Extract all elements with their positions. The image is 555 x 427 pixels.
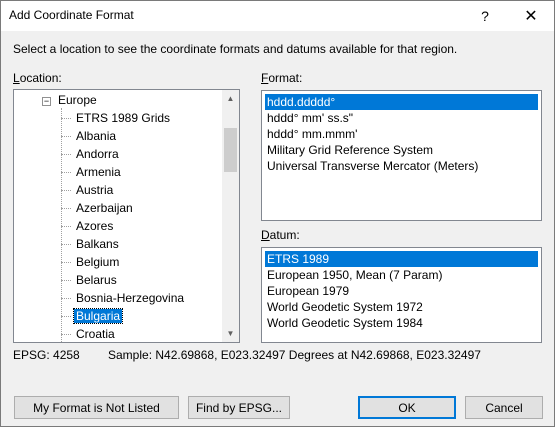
tree-item[interactable]: Azerbaijan <box>74 200 135 217</box>
datum-option[interactable]: ETRS 1989 <box>265 251 538 267</box>
location-tree[interactable]: − Europe ETRS 1989 Grids Albania Andorra Arme… <box>13 89 240 343</box>
tree-item[interactable]: Andorra <box>74 146 121 163</box>
help-button[interactable]: ? <box>462 1 508 31</box>
tree-connector-branch <box>61 334 71 335</box>
format-option[interactable]: hddd° mm' ss.s" <box>265 110 355 126</box>
format-list[interactable]: hddd.ddddd° hddd° mm' ss.s" hddd° mm.mmm' M… <box>261 90 542 221</box>
instructions-text: Select a location to see the coordinate … <box>13 42 458 56</box>
tree-item-label: Belarus <box>76 273 117 287</box>
tree-connector-branch <box>61 262 71 263</box>
tree-item-label: ETRS 1989 Grids <box>76 111 171 125</box>
datum-option[interactable]: World Geodetic System 1984 <box>265 315 425 331</box>
tree-item[interactable]: Croatia <box>74 326 117 342</box>
tree-item[interactable]: Balkans <box>74 236 121 253</box>
ok-button[interactable]: OK <box>358 396 456 419</box>
cancel-button[interactable]: Cancel <box>465 396 543 419</box>
tree-item-label: Croatia <box>76 327 115 341</box>
format-option[interactable]: hddd.ddddd° <box>265 94 538 110</box>
tree-item[interactable]: Azores <box>74 218 115 235</box>
tree-item-label: Azerbaijan <box>76 201 133 215</box>
format-option[interactable]: Universal Transverse Mercator (Meters) <box>265 158 480 174</box>
sample-text: Sample: N42.69868, E023.32497 Degrees at… <box>108 348 481 362</box>
tree-item-label: Bosnia-Herzegovina <box>76 291 185 305</box>
collapse-icon[interactable]: − <box>42 97 51 106</box>
window-title: Add Coordinate Format <box>9 8 134 22</box>
datum-option[interactable]: European 1950, Mean (7 Param) <box>265 267 444 283</box>
location-scrollbar[interactable]: ▲ ▼ <box>222 90 239 342</box>
tree-item[interactable]: Armenia <box>74 164 123 181</box>
tree-node-europe[interactable]: − Europe <box>42 92 99 109</box>
add-coordinate-format-dialog: Add Coordinate Format ? ✕ Select a locat… <box>0 0 555 427</box>
tree-item-label: Azores <box>76 219 114 233</box>
tree-item-label: Austria <box>76 183 114 197</box>
tree-connector-branch <box>61 316 71 317</box>
datum-option[interactable]: World Geodetic System 1972 <box>265 299 425 315</box>
tree-item[interactable]: Austria <box>74 182 115 199</box>
tree-connector-branch <box>61 208 71 209</box>
tree-item-label: Armenia <box>76 165 121 179</box>
tree-connector-branch <box>61 136 71 137</box>
tree-item-label: Belgium <box>76 255 120 269</box>
title-bar: Add Coordinate Format ? ✕ <box>1 1 554 31</box>
tree-item[interactable]: Albania <box>74 128 118 145</box>
format-label: Format: <box>261 71 303 85</box>
tree-connector-branch <box>61 172 71 173</box>
tree-item[interactable]: ETRS 1989 Grids <box>74 110 172 127</box>
location-label: Location: <box>13 71 62 85</box>
datum-list[interactable]: ETRS 1989 European 1950, Mean (7 Param) Eu… <box>261 247 542 343</box>
tree-item-label: Albania <box>76 129 117 143</box>
format-option[interactable]: hddd° mm.mmm' <box>265 126 359 142</box>
scroll-thumb[interactable] <box>224 128 237 172</box>
tree-connector-branch <box>61 154 71 155</box>
epsg-code: EPSG: 4258 <box>13 348 80 362</box>
tree-connector-branch <box>61 118 71 119</box>
datum-option[interactable]: European 1979 <box>265 283 351 299</box>
format-not-listed-button[interactable]: My Format is Not Listed <box>14 396 179 419</box>
format-option[interactable]: Military Grid Reference System <box>265 142 435 158</box>
tree-connector-branch <box>61 244 71 245</box>
tree-item-label: Andorra <box>76 147 119 161</box>
tree-connector-branch <box>61 298 71 299</box>
scroll-down-icon[interactable]: ▼ <box>222 325 239 342</box>
tree-connector-branch <box>61 190 71 191</box>
tree-item-label: Bulgaria <box>72 308 124 324</box>
find-by-epsg-button[interactable]: Find by EPSG... <box>188 396 290 419</box>
scroll-up-icon[interactable]: ▲ <box>222 90 239 107</box>
tree-item-label: Balkans <box>76 237 119 251</box>
datum-label: Datum: <box>261 228 300 242</box>
tree-connector-branch <box>61 280 71 281</box>
tree-item-label: Europe <box>58 93 97 107</box>
tree-item[interactable]: Bosnia-Herzegovina <box>74 290 186 307</box>
tree-item[interactable]: Belarus <box>74 272 119 289</box>
tree-connector-branch <box>61 226 71 227</box>
tree-item[interactable]: Bulgaria <box>72 308 124 325</box>
close-button[interactable]: ✕ <box>508 1 554 31</box>
tree-item[interactable]: Belgium <box>74 254 121 271</box>
